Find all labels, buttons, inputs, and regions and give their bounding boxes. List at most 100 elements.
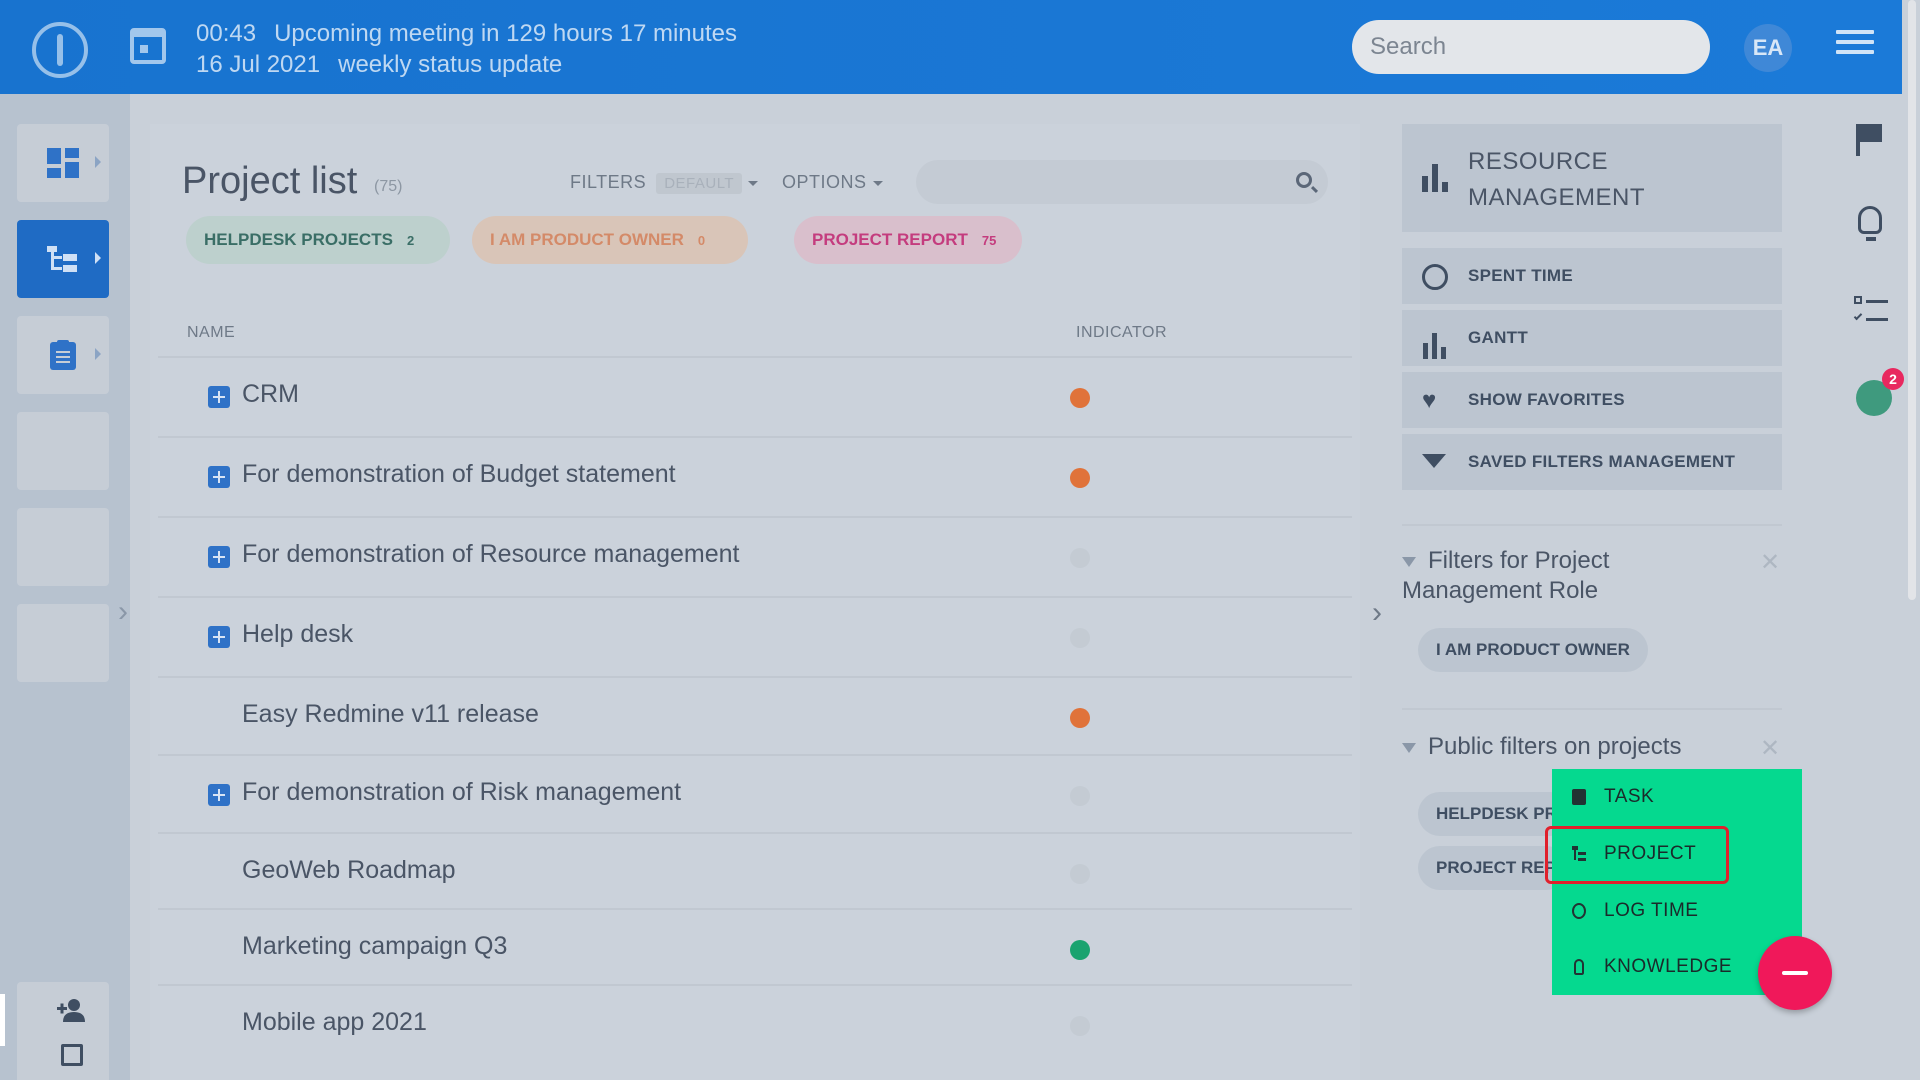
project-name-link[interactable]: Mobile app 2021 [242,1008,427,1037]
logout-icon[interactable] [61,1044,83,1066]
table-row[interactable]: GeoWeb Roadmap [158,832,1352,910]
table-row[interactable]: Help desk [158,596,1352,674]
calendar-icon[interactable] [130,28,166,64]
table-row[interactable]: For demonstration of Risk management [158,754,1352,832]
checklist-icon[interactable] [1853,296,1888,324]
lightbulb-icon[interactable] [1858,206,1882,241]
tag-label: I AM PRODUCT OWNER [490,230,684,249]
indicator-dot [1070,786,1090,806]
indicator-dot [1070,864,1090,884]
alarm-clock-icon [1572,903,1586,919]
filters-value: DEFAULT [656,173,743,194]
chevron-right-icon [95,156,101,168]
app-root: 00:43 Upcoming meeting in 129 hours 17 mi… [0,0,1920,1080]
edge-tab[interactable] [0,994,5,1046]
tag-count: 2 [406,233,415,248]
indicator-dot [1070,940,1090,960]
project-name-link[interactable]: For demonstration of Resource management [242,540,739,569]
expand-plus-icon[interactable] [208,466,230,488]
expand-plus-icon[interactable] [208,784,230,806]
indicator-dot [1070,708,1090,728]
project-tree-icon [47,244,79,274]
quick-add-log-time[interactable]: LOG TIME [1552,883,1802,939]
chevron-down-icon [748,180,759,186]
user-avatar[interactable]: EA [1744,24,1792,72]
title-line: Management Role [1402,577,1599,604]
tag-label: HELPDESK PROJECTS [204,230,393,249]
funnel-icon [1402,556,1416,567]
chevron-right-icon [95,252,101,264]
project-name-link[interactable]: For demonstration of Risk management [242,778,681,807]
options-dropdown[interactable]: OPTIONS [782,172,883,193]
project-name-link[interactable]: CRM [242,380,299,409]
table-row[interactable]: Marketing campaign Q3 [158,908,1352,986]
column-header-name[interactable]: NAME [187,324,235,342]
sidebar-expand-icon[interactable]: › [118,597,134,627]
expand-plus-icon[interactable] [208,386,230,408]
indicator-dot [1070,388,1090,408]
project-name-link[interactable]: Easy Redmine v11 release [242,700,539,729]
page-title: Project list [182,160,358,202]
power-logo-icon[interactable] [32,22,88,78]
tag-product-owner[interactable]: I AM PRODUCT OWNER 0 [472,216,748,264]
divider [1402,708,1782,710]
menu-hamburger-icon[interactable] [1836,30,1874,60]
quick-add-task[interactable]: TASK [1552,769,1802,825]
filters-dropdown[interactable]: FILTERS DEFAULT [570,172,759,194]
options-label: OPTIONS [782,172,867,192]
bar-chart-icon [1422,164,1448,192]
spent-time-button[interactable]: SPENT TIME [1402,248,1782,304]
project-name-link[interactable]: Marketing campaign Q3 [242,932,507,961]
flag-icon[interactable] [1856,124,1884,156]
public-filters-title: Public filters on projects [1402,732,1681,762]
task-icon [1572,789,1586,805]
show-favorites-button[interactable]: ♥ SHOW FAVORITES [1402,372,1782,428]
timer-badge: 2 [1882,368,1904,390]
tag-helpdesk-projects[interactable]: HELPDESK PROJECTS 2 [186,216,450,264]
table-row[interactable]: For demonstration of Resource management [158,516,1352,594]
tag-count: 75 [981,233,997,248]
sidebar-item-projects[interactable] [17,220,109,298]
chevron-right-icon [95,348,101,360]
project-name-link[interactable]: GeoWeb Roadmap [242,856,456,885]
sidebar-item-empty [17,604,109,682]
project-search-input[interactable] [916,160,1328,204]
indicator-dot [1070,1016,1090,1036]
right-panel-expand-icon[interactable]: › [1372,596,1382,630]
close-icon[interactable]: ✕ [1760,734,1780,763]
tag-project-report[interactable]: PROJECT REPORT 75 [794,216,1022,264]
alarm-clock-icon [1422,264,1448,290]
meeting-text: Upcoming meeting in 129 hours 17 minutes [274,20,737,47]
expand-plus-icon[interactable] [208,546,230,568]
button-label: GANTT [1468,328,1529,347]
add-user-icon[interactable] [57,998,87,1028]
dashboard-icon [47,148,79,178]
quick-add-close-button[interactable] [1758,936,1832,1010]
upcoming-meeting[interactable]: 00:43 Upcoming meeting in 129 hours 17 mi… [196,18,755,80]
sidebar-item-dashboard[interactable] [17,124,109,202]
header-line: RESOURCE [1468,148,1609,175]
search-icon[interactable] [1296,172,1312,188]
global-search-input[interactable] [1352,20,1710,74]
resource-management-header[interactable]: RESOURCE MANAGEMENT [1402,124,1782,232]
funnel-icon [1422,454,1446,468]
project-name-link[interactable]: Help desk [242,620,353,649]
table-row[interactable]: For demonstration of Budget statement [158,436,1352,514]
page-scrollbar[interactable] [1904,0,1920,600]
table-row[interactable]: Easy Redmine v11 release [158,676,1352,754]
left-sidebar: › [0,94,130,1080]
sidebar-item-tasks[interactable] [17,316,109,394]
table-row[interactable]: Mobile app 2021 [158,984,1352,1062]
table-row[interactable]: CRM [158,356,1352,434]
project-name-link[interactable]: For demonstration of Budget statement [242,460,676,489]
saved-filters-management-button[interactable]: SAVED FILTERS MANAGEMENT [1402,434,1782,490]
title-text: Public filters on projects [1428,733,1682,760]
project-count: (75) [374,178,403,195]
indicator-dot [1070,548,1090,568]
gantt-button[interactable]: GANTT [1402,310,1782,366]
close-icon[interactable]: ✕ [1760,548,1780,577]
filter-chip-product-owner[interactable]: I AM PRODUCT OWNER [1418,628,1648,672]
expand-plus-icon[interactable] [208,626,230,648]
column-header-indicator[interactable]: INDICATOR [1076,324,1167,342]
top-bar: 00:43 Upcoming meeting in 129 hours 17 mi… [0,0,1902,94]
